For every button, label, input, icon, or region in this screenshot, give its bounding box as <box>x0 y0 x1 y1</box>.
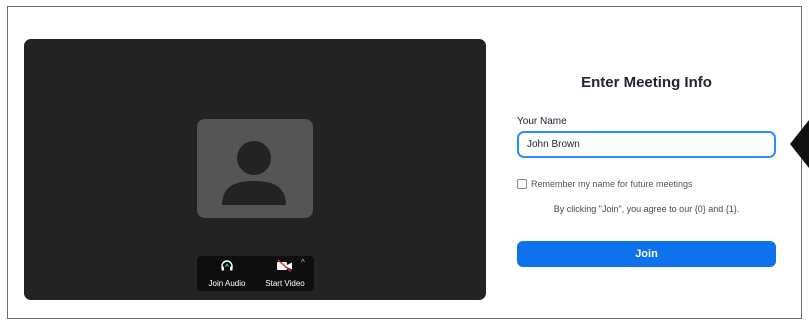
page-title: Enter Meeting Info <box>581 74 712 91</box>
headphones-icon <box>220 259 234 277</box>
remember-name-checkbox[interactable] <box>517 179 527 189</box>
video-off-icon <box>276 259 294 277</box>
remember-name-label: Remember my name for future meetings <box>531 179 693 189</box>
start-video-label: Start Video <box>265 279 305 288</box>
agreement-text: By clicking "Join", you agree to our {0}… <box>553 204 740 214</box>
name-input[interactable] <box>517 131 776 158</box>
remember-name-row: Remember my name for future meetings <box>517 179 693 189</box>
avatar-placeholder-icon <box>197 119 313 218</box>
preview-controls: Join Audio Start Video ^ <box>197 256 314 291</box>
pointer-arrow-icon <box>790 120 809 168</box>
video-preview: Join Audio Start Video ^ <box>24 39 486 300</box>
join-button[interactable]: Join <box>517 241 776 267</box>
join-audio-button[interactable]: Join Audio <box>199 256 255 291</box>
name-label: Your Name <box>517 116 567 127</box>
join-audio-label: Join Audio <box>208 279 246 288</box>
caret-up-icon[interactable]: ^ <box>301 258 305 267</box>
